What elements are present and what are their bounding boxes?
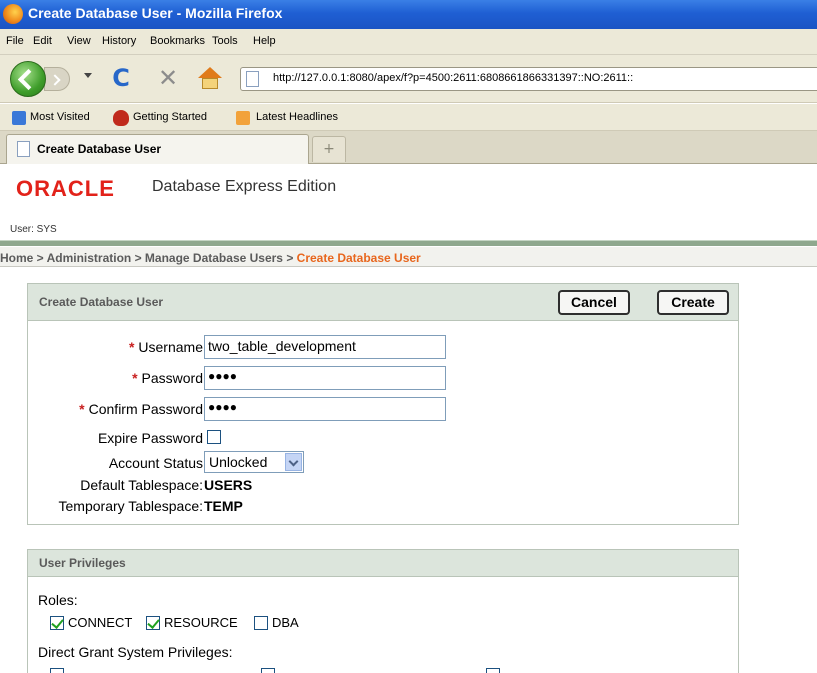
current-user: User: SYS: [10, 224, 57, 235]
region-header: User Privileges: [28, 550, 738, 577]
history-dropdown-icon[interactable]: [84, 73, 92, 78]
cancel-button[interactable]: Cancel: [558, 290, 630, 315]
required-marker: *: [79, 401, 85, 417]
password-input[interactable]: ●●●●: [204, 366, 446, 390]
oracle-logo: ORACLE: [16, 176, 115, 201]
home-button[interactable]: [196, 65, 224, 91]
default-tablespace-row: Default Tablespace:: [28, 477, 203, 497]
bookmarks-toolbar: Most Visited Getting Started Latest Head…: [0, 104, 817, 131]
menu-file[interactable]: File: [6, 35, 24, 47]
password-row: * Password: [28, 370, 203, 390]
role-connect-label: CONNECT: [68, 615, 133, 630]
back-button[interactable]: [10, 61, 46, 97]
chevron-down-icon: [285, 453, 302, 471]
required-marker: *: [132, 370, 138, 386]
direct-grant-label: Direct Grant System Privileges:: [38, 644, 233, 660]
page-content: ORACLE Database Express Edition User: SY…: [0, 165, 817, 673]
password-label: Password: [141, 370, 203, 386]
stop-button[interactable]: ✕: [155, 65, 181, 91]
account-status-value: Unlocked: [209, 454, 268, 470]
breadcrumb: Home > Administration > Manage Database …: [0, 247, 817, 267]
expire-password-row: Expire Password: [28, 430, 203, 450]
account-status-label: Account Status: [108, 455, 203, 471]
account-status-row: Account Status: [28, 455, 203, 475]
getting-started-icon: [113, 110, 129, 126]
default-tablespace-label: Default Tablespace:: [80, 477, 203, 493]
bookmark-latest-headlines[interactable]: Latest Headlines: [256, 111, 338, 123]
region-title: Create Database User: [39, 295, 164, 309]
username-label: Username: [138, 339, 203, 355]
roles-label: Roles:: [38, 592, 78, 608]
confirm-password-input[interactable]: ●●●●: [204, 397, 446, 421]
menu-history[interactable]: History: [102, 35, 136, 47]
default-tablespace-value: USERS: [204, 477, 253, 493]
most-visited-icon: [12, 111, 26, 125]
privilege-checkbox[interactable]: [50, 668, 64, 673]
breadcrumb-current: Create Database User: [296, 251, 421, 265]
temporary-tablespace-value: TEMP: [204, 498, 243, 514]
confirm-password-row: * Confirm Password: [28, 401, 203, 421]
url-text: http://127.0.0.1:8080/apex/f?p=4500:2611…: [273, 72, 634, 84]
menu-help[interactable]: Help: [253, 35, 276, 47]
menu-view[interactable]: View: [67, 35, 91, 47]
edition-title: Database Express Edition: [152, 178, 337, 195]
menu-tools[interactable]: Tools: [212, 35, 238, 47]
header-divider: [0, 240, 817, 246]
username-row: * Username: [28, 339, 203, 359]
firefox-logo-icon: [3, 4, 23, 24]
home-icon: [198, 67, 222, 78]
privilege-checkbox[interactable]: [486, 668, 500, 673]
rss-feed-icon: [236, 111, 250, 125]
reload-button[interactable]: C: [108, 65, 134, 91]
new-tab-button[interactable]: +: [312, 136, 346, 162]
role-resource-label: RESOURCE: [164, 615, 238, 630]
menu-bar: File Edit View History Bookmarks Tools H…: [0, 29, 817, 55]
username-input[interactable]: two_table_development: [204, 335, 446, 359]
navigation-toolbar: C ✕ http://127.0.0.1:8080/apex/f?p=4500:…: [0, 55, 817, 103]
menu-edit[interactable]: Edit: [33, 35, 52, 47]
page-icon: [17, 141, 30, 157]
address-bar[interactable]: http://127.0.0.1:8080/apex/f?p=4500:2611…: [240, 67, 817, 91]
forward-button[interactable]: [44, 67, 70, 91]
create-user-region: Create Database User Cancel Create * User…: [27, 283, 739, 525]
role-dba-label: DBA: [272, 615, 299, 630]
required-marker: *: [128, 339, 135, 355]
temporary-tablespace-row: Temporary Tablespace:: [28, 498, 203, 518]
confirm-password-label: Confirm Password: [88, 401, 203, 417]
breadcrumb-path[interactable]: Home > Administration > Manage Database …: [0, 251, 297, 265]
expire-password-label: Expire Password: [97, 430, 203, 446]
region-title: User Privileges: [39, 556, 126, 570]
privilege-checkbox[interactable]: [261, 668, 275, 673]
temporary-tablespace-label: Temporary Tablespace:: [58, 498, 203, 514]
user-privileges-region: User Privileges Roles: CONNECT RESOURCE …: [27, 549, 739, 673]
bookmark-getting-started[interactable]: Getting Started: [133, 111, 207, 123]
window-title: Create Database User - Mozilla Firefox: [28, 5, 283, 21]
tab-bar: Create Database User +: [0, 131, 817, 164]
page-icon: [246, 71, 259, 87]
region-header: Create Database User Cancel Create: [28, 284, 738, 321]
menu-bookmarks[interactable]: Bookmarks: [150, 35, 205, 47]
role-connect-checkbox[interactable]: [50, 616, 64, 630]
tab-label: Create Database User: [37, 142, 162, 156]
tab-create-database-user[interactable]: Create Database User: [6, 134, 309, 164]
bookmark-most-visited[interactable]: Most Visited: [30, 111, 90, 123]
role-dba-checkbox[interactable]: [254, 616, 268, 630]
expire-password-checkbox[interactable]: [207, 430, 221, 444]
account-status-select[interactable]: Unlocked: [204, 451, 304, 473]
role-resource-checkbox[interactable]: [146, 616, 160, 630]
window-title-bar: Create Database User - Mozilla Firefox: [0, 0, 817, 29]
create-button[interactable]: Create: [657, 290, 729, 315]
